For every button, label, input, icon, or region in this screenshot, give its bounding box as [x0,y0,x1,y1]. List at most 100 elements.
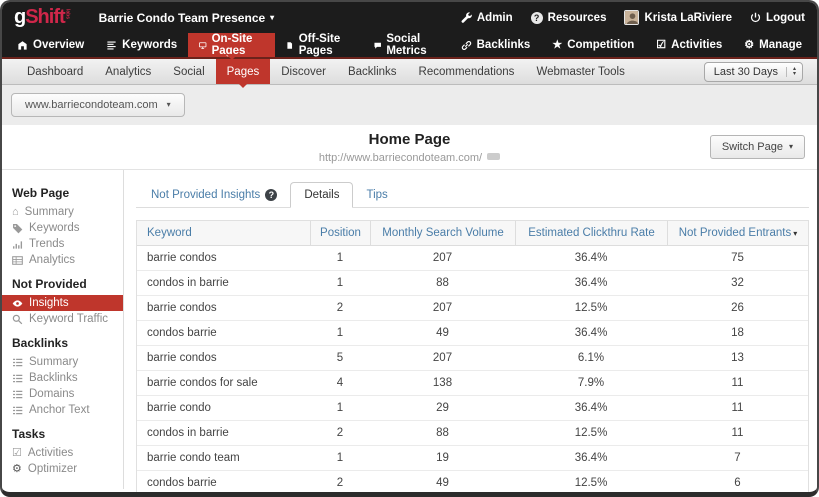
sidebar-item-activities[interactable]: ☑ Activities [12,445,123,461]
list-icon [12,357,23,368]
project-selector[interactable]: Barrie Condo Team Presence ▾ [99,11,275,25]
tab-details[interactable]: Details [290,182,353,208]
sidebar-item-label: Summary [29,356,78,368]
table-header: Keyword Position Monthly Search Volume E… [137,221,808,246]
column-header-position[interactable]: Position [310,221,370,246]
nav-competition[interactable]: ★ Competition [541,33,645,57]
position-cell: 5 [310,352,370,364]
url-badge-icon[interactable] [487,153,500,160]
nav-label: Keywords [122,39,177,51]
nav-activities[interactable]: ☑ Activities [645,33,733,57]
sidebar-item-backlinks-backlinks[interactable]: Backlinks [12,370,123,386]
position-cell: 4 [310,377,370,389]
logo-g: g [14,6,25,29]
clickthru-rate-cell: 36.4% [515,252,667,264]
nav-manage[interactable]: ⚙ Manage [733,33,813,57]
column-header-keyword[interactable]: Keyword [137,227,310,239]
column-header-not-provided-entrants[interactable]: Not Provided Entrants▾ [667,221,808,246]
sidebar-item-optimizer[interactable]: ⚙ Optimizer [12,461,123,477]
nav-label: Competition [567,39,634,51]
date-range-select[interactable]: Last 30 Days ▴▾ [704,62,803,82]
nav-label: On-Site Pages [212,33,265,57]
wrench-icon [461,12,472,23]
sidebar-item-label: Keywords [29,222,80,234]
sidebar-item-backlinks-summary[interactable]: Summary [12,354,123,370]
nav-on-site-pages[interactable]: On-Site Pages [188,33,275,57]
keyword-cell: barrie condos for sale [137,377,310,389]
star-icon: ★ [552,40,562,51]
tab-not-provided-insights[interactable]: Not Provided Insights ? [138,183,290,207]
tab-label: Tips [366,189,387,201]
gshift-logo[interactable]: gShiftlabs [14,6,71,29]
sidebar-item-label: Analytics [29,254,75,266]
tab-label: Details [304,189,339,201]
subnav-label: Webmaster Tools [536,66,624,78]
clickthru-rate-cell: 36.4% [515,277,667,289]
select-arrows-icon: ▴▾ [786,67,796,77]
subnav-backlinks[interactable]: Backlinks [337,59,408,84]
nav-label: Off-Site Pages [299,33,352,57]
table-row: barrie condo 1 29 36.4% 11 [137,396,808,421]
keyword-table: Keyword Position Monthly Search Volume E… [136,220,809,497]
entrants-cell: 32 [667,277,808,289]
nav-label: Activities [671,39,722,51]
entrants-cell: 6 [667,477,808,489]
top-right-links: Admin ? Resources Krista LaRiviere Logou… [461,10,805,25]
subnav-analytics[interactable]: Analytics [94,59,162,84]
table-row: condos in barrie 2 88 12.5% 11 [137,421,808,446]
sub-nav: Dashboard Analytics Social Pages Discove… [2,59,817,85]
checkbox-icon: ☑ [12,448,22,459]
entrants-cell: 26 [667,302,808,314]
domain-selector[interactable]: www.barriecondoteam.com ▾ [11,93,185,117]
user-menu[interactable]: Krista LaRiviere [624,10,732,25]
sidebar-item-analytics[interactable]: Analytics [12,252,123,268]
clickthru-rate-cell: 6.1% [515,352,667,364]
clickthru-rate-cell: 36.4% [515,452,667,464]
subnav-discover[interactable]: Discover [270,59,337,84]
subnav-dashboard[interactable]: Dashboard [16,59,94,84]
help-icon[interactable]: ? [265,189,277,201]
logout-link[interactable]: Logout [750,12,805,24]
clickthru-rate-cell: 12.5% [515,427,667,439]
subnav-webmaster-tools[interactable]: Webmaster Tools [525,59,635,84]
position-cell: 1 [310,402,370,414]
domain-selector-label: www.barriecondoteam.com [25,99,158,111]
admin-link[interactable]: Admin [461,12,513,24]
tab-tips[interactable]: Tips [353,183,400,207]
sidebar-item-trends[interactable]: Trends [12,236,123,252]
subnav-social[interactable]: Social [162,59,215,84]
resources-link[interactable]: ? Resources [531,12,607,24]
main-panel: Not Provided Insights ? Details Tips Key… [124,170,817,489]
sidebar-item-domains[interactable]: Domains [12,386,123,402]
date-range-value: Last 30 Days [714,66,778,78]
sidebar-item-anchor-text[interactable]: Anchor Text [12,402,123,418]
sidebar: Web Page ⌂ Summary Keywords Trends Analy… [2,170,124,489]
column-header-monthly-search-volume[interactable]: Monthly Search Volume [370,221,515,246]
eye-icon [12,298,23,309]
sidebar-item-keywords[interactable]: Keywords [12,220,123,236]
nav-social-metrics[interactable]: Social Metrics [363,33,450,57]
entrants-cell: 18 [667,327,808,339]
list-icon [12,389,23,400]
nav-off-site-pages[interactable]: Off-Site Pages [275,33,363,57]
search-volume-cell: 138 [370,377,515,389]
logout-label: Logout [766,12,805,24]
search-volume-cell: 207 [370,252,515,264]
nav-label: Backlinks [477,39,531,51]
entrants-cell: 11 [667,402,808,414]
search-volume-cell: 29 [370,402,515,414]
list-icon [12,373,23,384]
sidebar-item-label: Insights [29,297,69,309]
nav-overview[interactable]: Overview [6,33,95,57]
subnav-label: Recommendations [419,66,515,78]
subnav-label: Social [173,66,204,78]
switch-page-button[interactable]: Switch Page ▾ [710,135,805,159]
subnav-pages[interactable]: Pages [216,59,271,84]
subnav-recommendations[interactable]: Recommendations [408,59,526,84]
sidebar-item-insights[interactable]: Insights [2,295,123,311]
nav-backlinks[interactable]: Backlinks [450,33,542,57]
sidebar-item-summary[interactable]: ⌂ Summary [12,204,123,220]
nav-keywords[interactable]: Keywords [95,33,188,57]
sidebar-item-keyword-traffic[interactable]: Keyword Traffic [12,311,123,327]
column-header-estimated-clickthru-rate[interactable]: Estimated Clickthru Rate [515,221,667,246]
